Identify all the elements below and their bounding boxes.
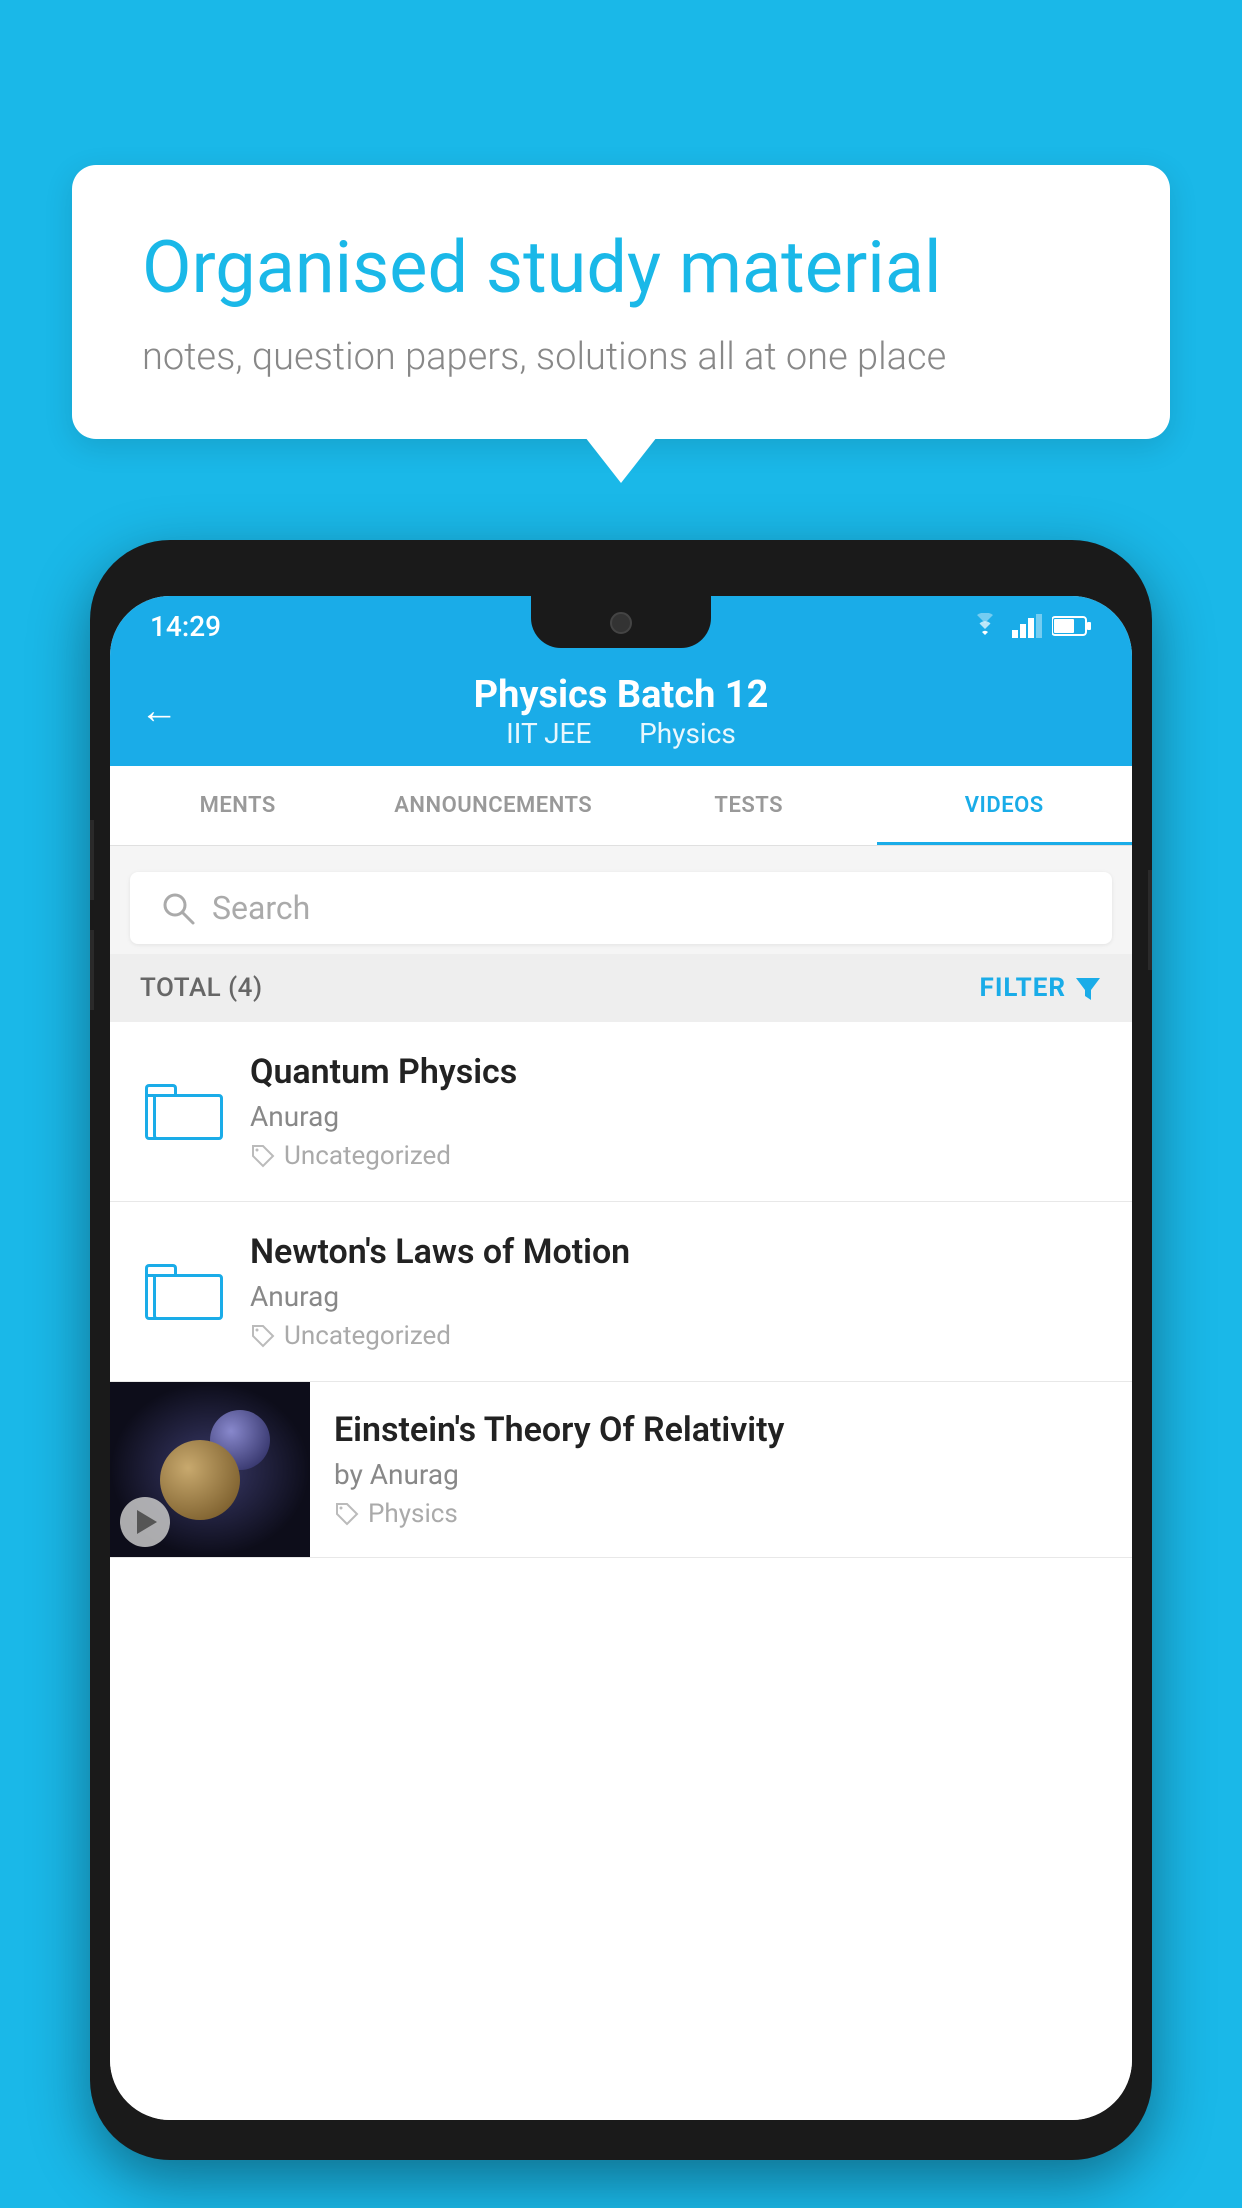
wifi-icon: [968, 613, 1002, 639]
subtitle-left: IIT JEE: [506, 717, 591, 750]
play-button[interactable]: [120, 1497, 170, 1547]
signal-icon: [1012, 614, 1042, 638]
search-icon: [160, 890, 196, 926]
tag-icon: [250, 1143, 276, 1169]
list-item[interactable]: Einstein's Theory Of Relativity by Anura…: [110, 1382, 1132, 1558]
bubble-subtitle: notes, question papers, solutions all at…: [142, 335, 1100, 379]
item-author: Anurag: [250, 1100, 1102, 1133]
play-triangle-icon: [137, 1510, 157, 1534]
search-bar-wrapper: Search: [110, 856, 1132, 960]
item-info: Einstein's Theory Of Relativity by Anura…: [310, 1382, 1132, 1557]
item-info: Quantum Physics Anurag Uncategorized: [250, 1052, 1102, 1171]
header-title: Physics Batch 12: [474, 673, 769, 717]
volume-up-button[interactable]: [90, 820, 94, 900]
filter-icon: [1074, 974, 1102, 1002]
content-list: Quantum Physics Anurag Uncategorized: [110, 1022, 1132, 2120]
subtitle-right: Physics: [639, 717, 736, 750]
video-thumbnail: [110, 1382, 310, 1557]
folder-icon: [145, 1264, 215, 1320]
folder-icon-wrapper: [140, 1084, 220, 1140]
bubble-title: Organised study material: [142, 225, 1100, 311]
search-bar[interactable]: Search: [130, 872, 1112, 944]
power-button[interactable]: [1148, 870, 1152, 970]
list-item[interactable]: Quantum Physics Anurag Uncategorized: [110, 1022, 1132, 1202]
status-icons: [968, 613, 1092, 639]
search-placeholder: Search: [212, 889, 310, 927]
item-tag: Uncategorized: [250, 1321, 1102, 1351]
phone-notch: [531, 596, 711, 648]
item-title: Newton's Laws of Motion: [250, 1232, 1102, 1272]
item-title: Quantum Physics: [250, 1052, 1102, 1092]
speech-bubble: Organised study material notes, question…: [72, 165, 1170, 439]
tabs-bar: MENTS ANNOUNCEMENTS TESTS VIDEOS: [110, 766, 1132, 846]
filter-bar: TOTAL (4) FILTER: [110, 954, 1132, 1022]
phone-frame: 14:29: [90, 540, 1152, 2160]
folder-icon: [145, 1084, 215, 1140]
list-item[interactable]: Newton's Laws of Motion Anurag Uncategor…: [110, 1202, 1132, 1382]
item-title: Einstein's Theory Of Relativity: [334, 1410, 1108, 1450]
filter-button[interactable]: FILTER: [980, 973, 1102, 1003]
item-author: by Anurag: [334, 1458, 1108, 1491]
battery-icon: [1052, 615, 1092, 637]
volume-down-button[interactable]: [90, 930, 94, 1010]
tab-videos[interactable]: VIDEOS: [877, 766, 1133, 845]
item-tag: Physics: [334, 1499, 1108, 1529]
planet-main: [160, 1440, 240, 1520]
tab-ments[interactable]: MENTS: [110, 766, 366, 845]
tab-announcements[interactable]: ANNOUNCEMENTS: [366, 766, 622, 845]
item-author: Anurag: [250, 1280, 1102, 1313]
tag-icon: [334, 1501, 360, 1527]
item-tag: Uncategorized: [250, 1141, 1102, 1171]
status-time: 14:29: [150, 610, 221, 643]
back-button[interactable]: ←: [140, 689, 178, 733]
tag-icon: [250, 1323, 276, 1349]
total-label: TOTAL (4): [140, 973, 263, 1003]
front-camera: [610, 612, 632, 634]
tab-tests[interactable]: TESTS: [621, 766, 877, 845]
app-header: ← Physics Batch 12 IIT JEE Physics: [110, 656, 1132, 766]
header-subtitle: IIT JEE Physics: [496, 717, 746, 750]
item-info: Newton's Laws of Motion Anurag Uncategor…: [250, 1232, 1102, 1351]
phone-screen: 14:29: [110, 596, 1132, 2120]
folder-icon-wrapper: [140, 1264, 220, 1320]
